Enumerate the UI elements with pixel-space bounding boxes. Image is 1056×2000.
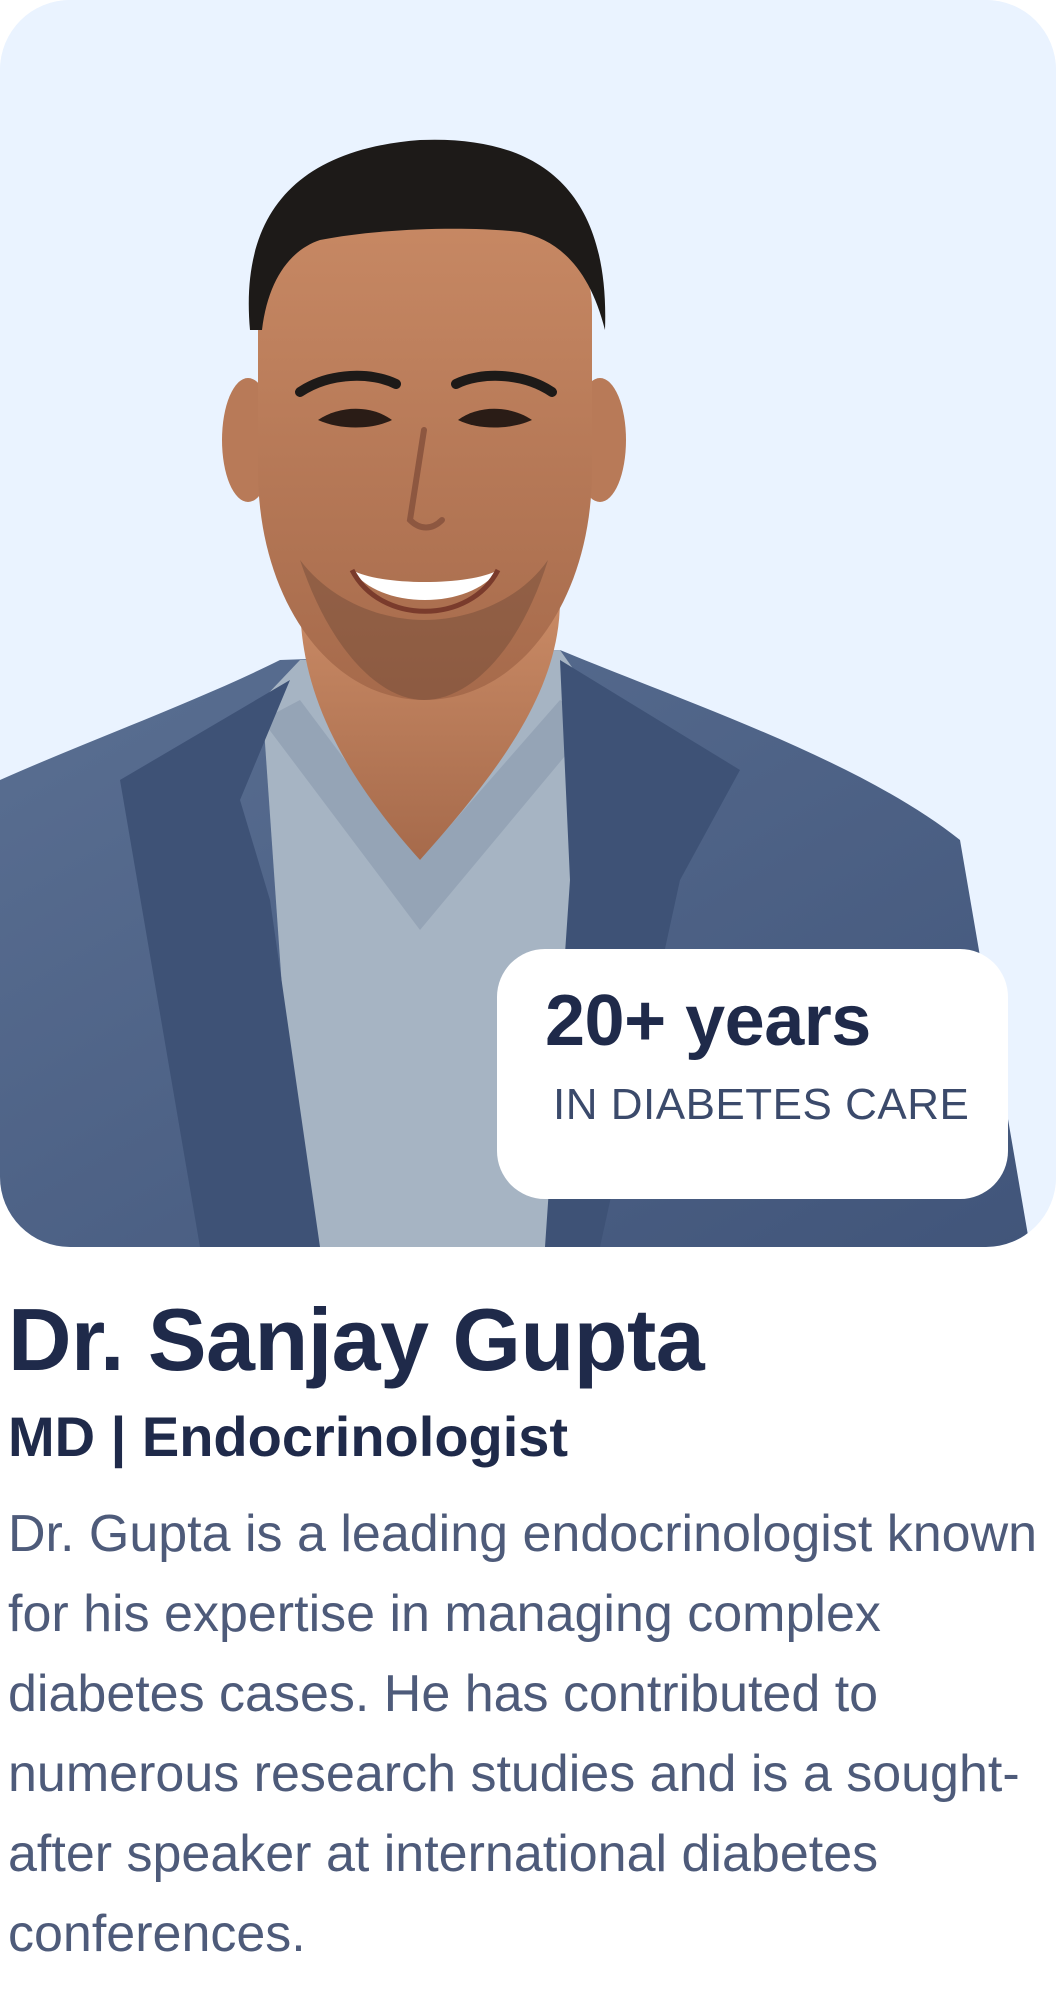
doctor-bio: Dr. Gupta is a leading endocrinologist k…	[8, 1505, 1038, 1963]
doctor-photo-card: 20+ years IN DIABETES CARE	[0, 0, 1056, 1247]
doctor-profile: Dr. Sanjay Gupta MD | Endocrinologist Dr…	[8, 1290, 1048, 1974]
experience-badge: 20+ years IN DIABETES CARE	[497, 949, 1008, 1199]
doctor-credentials: MD | Endocrinologist	[8, 1405, 569, 1468]
experience-value: 20+ years	[545, 981, 871, 1061]
doctor-name: Dr. Sanjay Gupta	[8, 1290, 705, 1389]
experience-caption: IN DIABETES CARE	[553, 1080, 970, 1129]
